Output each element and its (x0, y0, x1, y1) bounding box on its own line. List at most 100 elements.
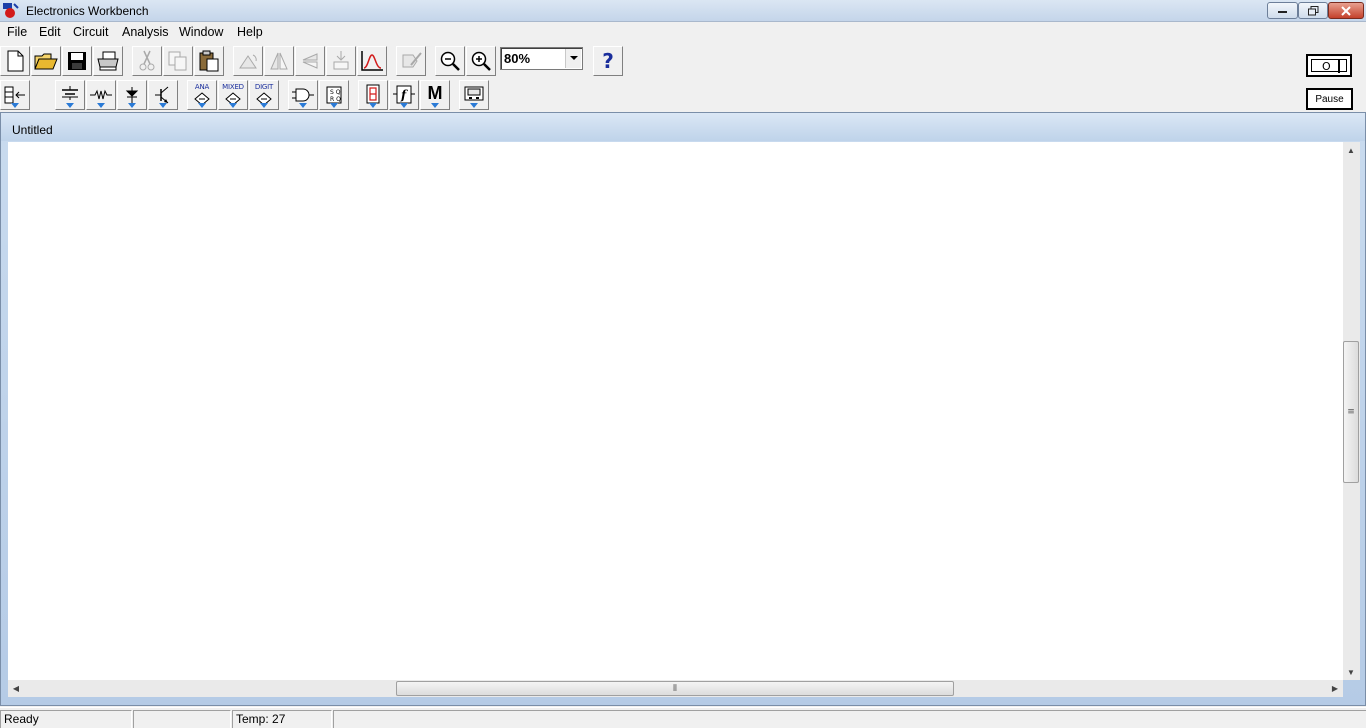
pause-button[interactable]: Pause (1306, 88, 1353, 110)
dropdown-arrow-icon (229, 103, 237, 108)
dropdown-arrow-icon (66, 103, 74, 108)
transistors-bin-button[interactable] (148, 80, 178, 110)
status-temperature: Temp: 27 (232, 710, 332, 728)
vertical-scrollbar[interactable]: ▲ ≡ ▼ (1343, 142, 1360, 680)
zoom-in-button[interactable] (466, 46, 496, 76)
app-icon (3, 3, 19, 18)
controls-bin-button[interactable]: f (389, 80, 419, 110)
flip-vertical-icon (302, 53, 318, 69)
status-bar: Ready Temp: 27 (0, 707, 1366, 728)
power-switch[interactable]: O (1306, 54, 1352, 77)
circuit-canvas[interactable] (8, 142, 1343, 680)
horizontal-scroll-thumb[interactable]: ⦀ (396, 681, 954, 696)
new-file-icon (7, 50, 24, 72)
menu-help[interactable]: Help (237, 25, 263, 39)
dropdown-arrow-icon (369, 103, 377, 108)
mixed-ics-label: MIXED (222, 83, 244, 91)
status-pane-fill (333, 710, 1366, 728)
title-bar: Electronics Workbench (0, 0, 1366, 22)
logic-gates-bin-button[interactable] (288, 80, 318, 110)
paste-button[interactable] (194, 46, 224, 76)
flip-flop-icon: S QR Q (326, 86, 342, 104)
copy-icon (168, 51, 187, 71)
scroll-up-icon[interactable]: ▲ (1343, 142, 1359, 158)
minimize-icon (1277, 10, 1287, 13)
grip-icon: ≡ (1347, 407, 1355, 417)
new-button[interactable] (0, 46, 30, 76)
vertical-scroll-thumb[interactable]: ≡ (1343, 341, 1359, 483)
component-properties-button[interactable] (326, 46, 356, 76)
scroll-down-icon[interactable]: ▼ (1343, 664, 1359, 680)
menu-edit[interactable]: Edit (39, 25, 61, 39)
instruments-bin-button[interactable] (459, 80, 489, 110)
help-button[interactable]: ? (593, 46, 623, 76)
miscellaneous-bin-button[interactable]: M (420, 80, 450, 110)
digital-ics-bin-button[interactable]: DIGIT (249, 80, 279, 110)
main-toolbar: 80% ? (0, 44, 1300, 78)
basic-bin-button[interactable] (86, 80, 116, 110)
sources-bin-button[interactable] (55, 80, 85, 110)
circuit-window: Untitled ▲ ≡ ▼ ◀ ⦀ ▶ (0, 112, 1366, 706)
horizontal-scrollbar[interactable]: ◀ ⦀ ▶ (8, 680, 1343, 697)
window-title: Electronics Workbench (26, 4, 149, 18)
open-folder-icon (34, 53, 58, 70)
zoom-dropdown-button[interactable] (565, 49, 581, 68)
zoom-in-icon (471, 51, 491, 71)
scroll-right-icon[interactable]: ▶ (1327, 680, 1343, 696)
favorites-bin-button[interactable] (0, 80, 30, 110)
open-button[interactable] (31, 46, 61, 76)
dropdown-arrow-icon (159, 103, 167, 108)
zoom-select[interactable]: 80% (500, 47, 583, 70)
dropdown-arrow-icon (260, 103, 268, 108)
close-button[interactable] (1328, 2, 1364, 19)
save-button[interactable] (62, 46, 92, 76)
menu-file[interactable]: File (7, 25, 27, 39)
dropdown-arrow-icon (470, 103, 478, 108)
resistor-icon (90, 89, 112, 100)
dropdown-arrow-icon (198, 103, 206, 108)
dropdown-arrow-icon (97, 103, 105, 108)
grip-icon: ⦀ (673, 683, 677, 694)
flip-vertical-button[interactable] (295, 46, 325, 76)
print-button[interactable] (93, 46, 123, 76)
minimize-button[interactable] (1267, 2, 1298, 19)
subcircuit-icon (402, 52, 422, 68)
function-block-icon: f (393, 85, 415, 104)
power-on-mark (1338, 59, 1344, 73)
zoom-out-button[interactable] (435, 46, 465, 76)
save-disk-icon (68, 52, 86, 70)
graphs-button[interactable] (357, 46, 387, 76)
status-message: Ready (0, 710, 132, 728)
dropdown-arrow-icon (330, 103, 338, 108)
menu-analysis[interactable]: Analysis (122, 25, 169, 39)
restore-icon (1307, 5, 1318, 15)
indicators-bin-button[interactable] (358, 80, 388, 110)
flip-horizontal-button[interactable] (264, 46, 294, 76)
circuit-window-titlebar: Untitled (1, 113, 1365, 141)
menu-circuit[interactable]: Circuit (73, 25, 108, 39)
power-off-label: O (1322, 60, 1331, 73)
temp-label: Temp: (236, 712, 269, 726)
restore-button[interactable] (1298, 2, 1328, 19)
dropdown-arrow-icon (400, 103, 408, 108)
paste-clipboard-icon (199, 50, 219, 72)
rotate-button[interactable] (233, 46, 263, 76)
miscellaneous-icon: M (427, 82, 443, 103)
scroll-left-icon[interactable]: ◀ (8, 680, 24, 696)
copy-button[interactable] (163, 46, 193, 76)
flip-horizontal-icon (270, 52, 288, 70)
zoom-out-icon (440, 51, 460, 71)
scissors-icon (139, 50, 155, 71)
svg-text:S Q: S Q (330, 89, 341, 96)
diodes-bin-button[interactable] (117, 80, 147, 110)
temp-value: 27 (272, 712, 286, 726)
digital-ics-label: DIGIT (254, 83, 274, 91)
menu-window[interactable]: Window (179, 25, 223, 39)
cut-button[interactable] (132, 46, 162, 76)
subcircuit-button[interactable] (396, 46, 426, 76)
mixed-ics-bin-button[interactable]: MIXED (218, 80, 248, 110)
analog-ics-bin-button[interactable]: ANA (187, 80, 217, 110)
digital-bin-button[interactable]: S QR Q (319, 80, 349, 110)
power-switch-rocker: O (1311, 59, 1347, 73)
svg-text:R Q: R Q (330, 96, 341, 103)
